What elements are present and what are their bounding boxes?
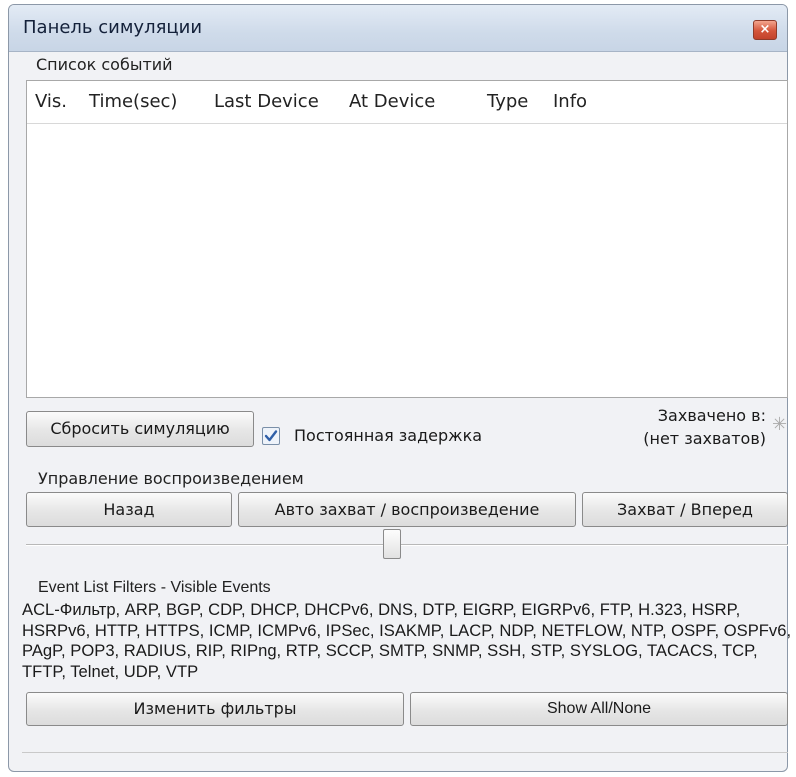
constant-delay-label: Постоянная задержка	[294, 426, 483, 445]
title-bar[interactable]: Панель симуляции ×	[9, 5, 787, 52]
column-time[interactable]: Time(sec)	[89, 91, 177, 112]
playback-caption: Управление воспроизведением	[38, 469, 304, 488]
auto-capture-play-button[interactable]: Авто захват / воспроизведение	[238, 492, 576, 527]
edit-filters-button[interactable]: Изменить фильтры	[26, 692, 404, 726]
visible-events-list: ACL-Фильтр, ARP, BGP, CDP, DHCP, DHCPv6,…	[22, 600, 792, 681]
event-list-caption: Список событий	[36, 55, 173, 74]
captured-to-value: (нет захватов)	[643, 429, 766, 448]
play-speed-slider-track[interactable]	[26, 544, 788, 546]
show-all-none-button[interactable]: Show All/None	[410, 692, 788, 726]
asterisk-icon: ✳	[772, 414, 788, 435]
column-at-device[interactable]: At Device	[349, 91, 435, 112]
capture-forward-button[interactable]: Захват / Вперед	[582, 492, 788, 527]
event-list-table[interactable]: Vis. Time(sec) Last Device At Device Typ…	[26, 80, 788, 398]
column-last-device[interactable]: Last Device	[214, 91, 319, 112]
event-list-header: Vis. Time(sec) Last Device At Device Typ…	[27, 81, 787, 124]
column-vis[interactable]: Vis.	[35, 91, 67, 112]
window-title: Панель симуляции	[23, 17, 203, 38]
reset-simulation-button[interactable]: Сбросить симуляцию	[26, 411, 254, 447]
constant-delay-checkbox[interactable]	[262, 427, 280, 445]
checkmark-icon	[264, 430, 278, 442]
column-info[interactable]: Info	[553, 91, 587, 112]
status-divider	[22, 752, 788, 753]
filters-caption: Event List Filters - Visible Events	[38, 579, 271, 596]
captured-to-label: Захвачено в:	[657, 406, 766, 425]
column-type[interactable]: Type	[487, 91, 528, 112]
close-icon: ×	[759, 22, 771, 37]
back-button[interactable]: Назад	[26, 492, 232, 527]
play-speed-slider-thumb[interactable]	[383, 529, 401, 559]
close-button[interactable]: ×	[753, 20, 777, 40]
